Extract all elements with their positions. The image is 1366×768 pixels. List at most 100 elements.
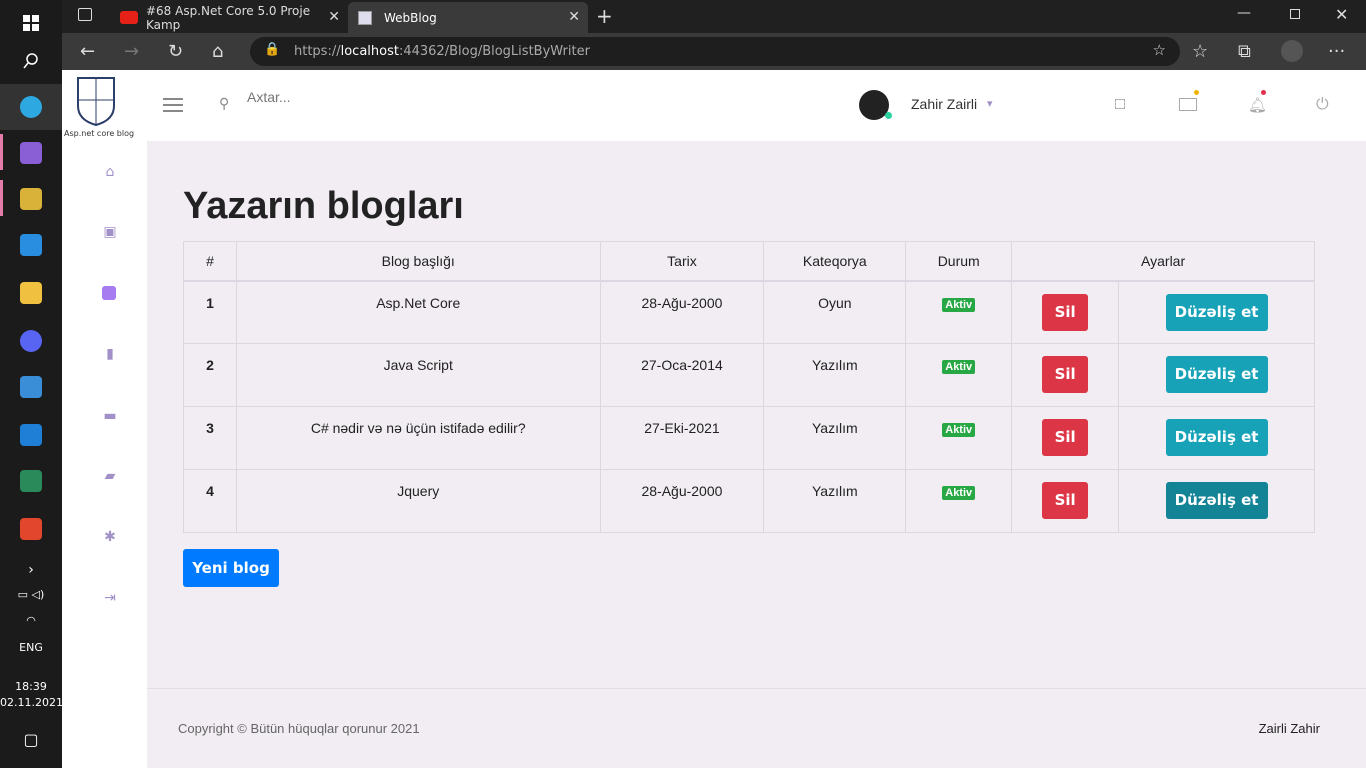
blog-title: Java Script [235,343,601,407]
close-icon[interactable]: ✕ [328,9,340,25]
edit-cell: Düzəliş et [1118,406,1315,470]
lock-icon: 🔒 [264,42,281,57]
discord-icon[interactable] [0,318,62,364]
blogger-icon[interactable] [102,286,118,302]
edit-button[interactable]: Düzəliş et [1165,482,1268,519]
status-cell: Aktiv [905,406,1013,470]
blog-category: Yazılım [763,469,907,533]
restore-icon[interactable] [1290,9,1300,19]
mail-icon[interactable] [0,412,62,458]
forward-icon[interactable]: → [124,41,139,62]
delete-button[interactable]: Sil [1042,293,1089,331]
new-tab-icon[interactable]: + [596,4,613,28]
computer-icon[interactable] [0,364,62,410]
column-header: Blog başlığı [235,241,601,282]
row-number: 4 [183,469,237,533]
car-icon[interactable]: ▰ [102,468,118,484]
office-icon[interactable] [0,506,62,552]
blog-date: 27-Oca-2014 [599,343,765,407]
blog-date: 27-Eki-2021 [599,406,765,470]
app-icon[interactable] [0,176,62,222]
user-name[interactable]: Zahir Zairli [911,96,977,112]
collections-icon[interactable]: ⧉ [1238,41,1251,62]
blog-title: Jquery [235,469,601,533]
visual-studio-icon[interactable] [0,130,62,176]
footer-author-link[interactable]: Zairli Zahir [1259,721,1320,736]
clock-time[interactable]: 18:39 [0,680,62,693]
search-input[interactable] [247,86,547,108]
delete-cell: Sil [1011,406,1120,470]
home-icon[interactable]: ⌂ [102,164,118,180]
edit-button[interactable]: Düzəliş et [1165,356,1268,393]
new-blog-button[interactable]: Yeni blog [183,549,279,587]
status-cell: Aktiv [905,343,1013,407]
favorite-add-icon[interactable]: ☆ [1153,41,1166,59]
status-badge: Aktiv [942,486,976,500]
logout-icon[interactable]: ⇥ [102,590,118,606]
language-indicator[interactable]: ENG [0,641,62,654]
delete-button[interactable]: Sil [1042,419,1089,456]
tab-actions-icon[interactable] [78,8,92,21]
project-icon[interactable] [0,458,62,504]
status-cell: Aktiv [905,280,1013,344]
clock-date[interactable]: 02.11.2021 [0,696,63,709]
site-favicon-icon [358,10,372,25]
column-header: Durum [905,241,1013,282]
row-number: 1 [183,280,237,344]
notification-icon[interactable]: ▢ [0,730,62,749]
blog-title: Asp.Net Core [235,280,601,344]
status-badge: Aktiv [942,297,976,312]
refresh-icon[interactable]: ↻ [168,41,183,62]
home-icon[interactable]: ⌂ [212,41,223,62]
delete-cell: Sil [1011,343,1120,407]
fullscreen-icon[interactable] [1115,99,1125,109]
url-input[interactable]: 🔒 https://localhost:44362/Blog/BlogListB… [250,37,1180,66]
delete-button[interactable]: Sil [1042,482,1089,519]
tab-webblog[interactable]: WebBlog ✕ [348,2,588,33]
menu-icon[interactable] [163,98,183,112]
tab-title: #68 Asp.Net Core 5.0 Proje Kamp [145,3,311,32]
delete-button[interactable]: Sil [1042,356,1089,393]
column-header: Tarix [599,241,765,282]
bell-icon[interactable]: 🔔︎ [1248,96,1267,114]
url-path: :44362/Blog/BlogListByWriter [398,44,590,59]
edit-button[interactable]: Düzəliş et [1165,293,1268,331]
table-header-row: # Blog başlığı Tarix Kateqorya Durum Aya… [183,241,1315,282]
site-logo[interactable] [76,76,116,127]
gear-icon[interactable]: ✱ [102,529,118,545]
window-close-icon[interactable]: ✕ [1335,5,1348,24]
blog-category: Yazılım [763,406,907,470]
chevron-right-icon[interactable]: › [0,562,62,578]
back-icon[interactable]: ← [80,41,95,62]
contacts-icon[interactable]: ▣ [102,224,118,240]
tab-youtube[interactable]: #68 Asp.Net Core 5.0 Proje Kamp ✕ [110,2,348,33]
chart-icon[interactable]: ▮ [102,346,118,362]
file-explorer-icon[interactable] [0,270,62,316]
edit-button[interactable]: Düzəliş et [1165,419,1268,456]
top-navbar: ⚲ Zahir Zairli ▾ 🔔︎ ⏻ ⇅ [147,70,1366,141]
table-row: 3 C# nədir və nə üçün istifadə edilir? 2… [183,406,1315,470]
browser-window: #68 Asp.Net Core 5.0 Proje Kamp ✕ WebBlo… [62,0,1366,768]
chevron-down-icon[interactable]: ▾ [987,97,993,110]
row-number: 2 [183,343,237,407]
column-header: # [183,241,237,282]
logo-caption: Asp.net core blog [64,129,135,138]
vscode-icon[interactable] [0,222,62,268]
more-icon[interactable]: ··· [1328,41,1345,62]
main-content: Yazarın blogları # Blog başlığı Tarix Ka… [147,141,1366,768]
search-icon[interactable] [0,38,62,84]
battery-volume-icon[interactable]: ▭ ◁) [0,588,62,601]
profile-avatar[interactable] [1281,40,1303,62]
power-icon[interactable]: ⏻ [1316,94,1329,114]
mail-icon[interactable] [1179,98,1197,111]
close-icon[interactable]: ✕ [568,9,580,25]
favorites-icon[interactable]: ☆ [1192,41,1208,62]
address-bar-row: ← → ↻ ⌂ 🔒 https://localhost:44362/Blog/B… [62,33,1366,70]
wifi-icon[interactable]: ◠ [0,614,62,627]
edge-icon[interactable] [0,84,62,130]
copyright-text: Copyright © Bütün hüquqlar qorunur 2021 [178,721,420,736]
blog-category: Yazılım [763,343,907,407]
column-header: Kateqorya [763,241,907,282]
minimize-icon[interactable]: — [1237,5,1251,21]
message-icon[interactable]: ▬ [102,408,118,424]
